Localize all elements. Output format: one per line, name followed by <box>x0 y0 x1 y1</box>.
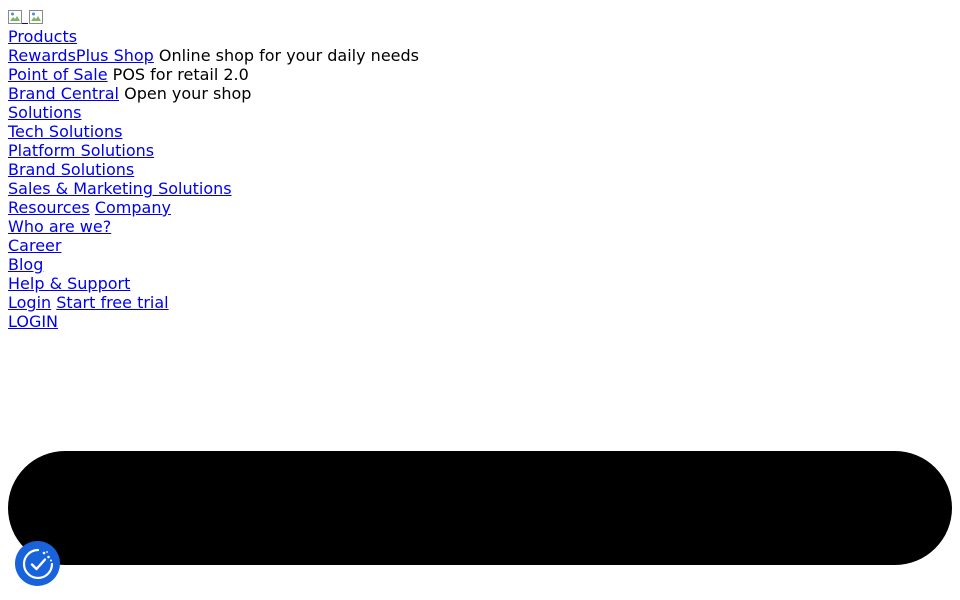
who-are-we-link[interactable]: Who are we? <box>8 217 111 236</box>
logo-alt-broken-image-icon <box>29 10 43 24</box>
logo-broken-image-icon <box>8 10 22 24</box>
logo-link[interactable] <box>8 8 28 24</box>
nav-products-link[interactable]: Products <box>8 27 77 46</box>
logo-link-gap <box>22 10 28 24</box>
brand-central-description: Open your shop <box>124 84 252 103</box>
cookie-consent-button[interactable] <box>15 541 60 586</box>
sales-marketing-solutions-link[interactable]: Sales & Marketing Solutions <box>8 179 232 198</box>
brand-central-link[interactable]: Brand Central <box>8 84 119 103</box>
login-link[interactable]: Login <box>8 293 51 312</box>
nav-solutions-row: Solutions <box>8 103 952 122</box>
rewardsplus-shop-description: Online shop for your daily needs <box>158 46 419 65</box>
solutions-item-tech: Tech Solutions <box>8 122 952 141</box>
point-of-sale-description: POS for retail 2.0 <box>112 65 249 84</box>
nav-company-link[interactable]: Company <box>95 198 171 217</box>
products-item-brand-central: Brand Central Open your shop <box>8 84 952 103</box>
auth-row: Login Start free trial <box>8 293 952 312</box>
nav-solutions-link[interactable]: Solutions <box>8 103 82 122</box>
logo-row <box>8 8 952 27</box>
login-upper-row: LOGIN <box>8 312 952 331</box>
tech-solutions-link[interactable]: Tech Solutions <box>8 122 122 141</box>
help-support-link[interactable]: Help & Support <box>8 274 130 293</box>
nav-resources-link[interactable]: Resources <box>8 198 90 217</box>
career-link[interactable]: Career <box>8 236 61 255</box>
page: Products RewardsPlus Shop Online shop fo… <box>8 8 952 331</box>
cookie-consent-check-icon <box>22 548 54 580</box>
black-banner <box>8 451 952 565</box>
blog-link[interactable]: Blog <box>8 255 43 274</box>
start-free-trial-link[interactable]: Start free trial <box>56 293 168 312</box>
company-item-blog: Blog <box>8 255 952 274</box>
brand-solutions-link[interactable]: Brand Solutions <box>8 160 134 179</box>
solutions-item-sales-marketing: Sales & Marketing Solutions <box>8 179 952 198</box>
company-item-who: Who are we? <box>8 217 952 236</box>
solutions-item-platform: Platform Solutions <box>8 141 952 160</box>
products-item-rewardsplus: RewardsPlus Shop Online shop for your da… <box>8 46 952 65</box>
nav-resources-company-row: Resources Company <box>8 198 952 217</box>
company-item-career: Career <box>8 236 952 255</box>
login-upper-link[interactable]: LOGIN <box>8 312 58 331</box>
products-item-pos: Point of Sale POS for retail 2.0 <box>8 65 952 84</box>
point-of-sale-link[interactable]: Point of Sale <box>8 65 108 84</box>
company-item-help: Help & Support <box>8 274 952 293</box>
platform-solutions-link[interactable]: Platform Solutions <box>8 141 154 160</box>
solutions-item-brand: Brand Solutions <box>8 160 952 179</box>
rewardsplus-shop-link[interactable]: RewardsPlus Shop <box>8 46 154 65</box>
nav-products-row: Products <box>8 27 952 46</box>
